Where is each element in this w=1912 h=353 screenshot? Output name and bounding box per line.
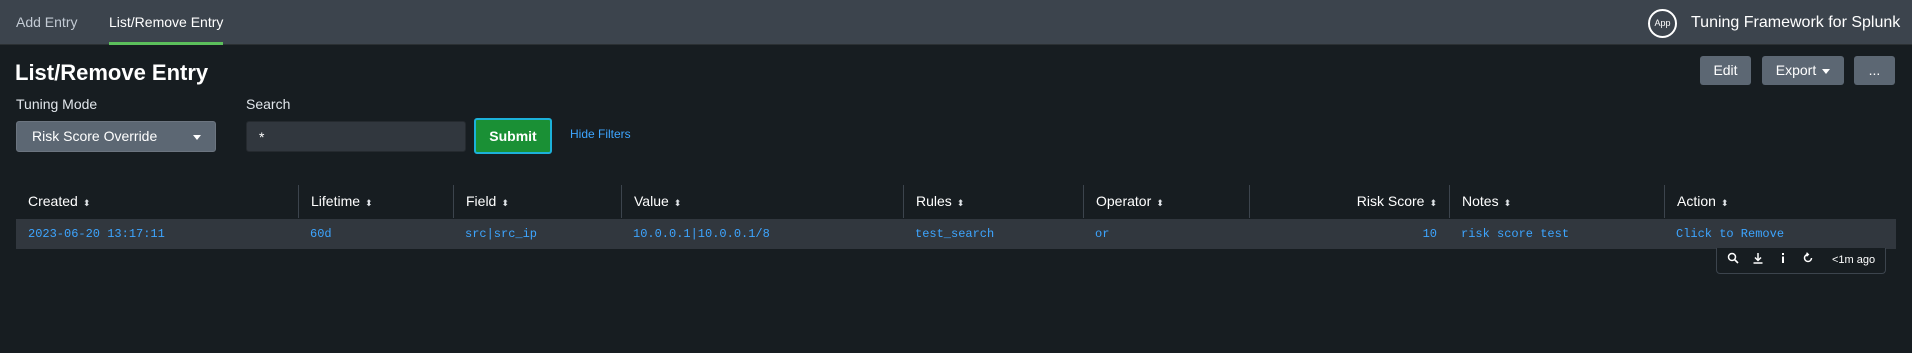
column-header-rules[interactable]: Rules ⬍: [903, 185, 964, 218]
remove-entry-link[interactable]: Click to Remove: [1676, 219, 1784, 249]
sort-icon: ⬍: [365, 198, 373, 208]
search-icon[interactable]: [1725, 252, 1741, 268]
cell-field[interactable]: src|src_ip: [465, 219, 537, 249]
column-header-label: Rules: [916, 193, 952, 209]
page-title: List/Remove Entry: [15, 60, 209, 85]
column-header-label: Operator: [1096, 193, 1152, 209]
table-row: 2023-06-20 13:17:11 60d src|src_ip 10.0.…: [16, 219, 1896, 249]
column-header-operator[interactable]: Operator ⬍: [1083, 185, 1164, 218]
cell-notes[interactable]: risk score test: [1461, 219, 1569, 249]
search-input[interactable]: [246, 121, 466, 152]
panel-footer-toolbar: <1m ago: [1716, 248, 1886, 274]
export-button[interactable]: Export: [1762, 56, 1844, 85]
tuning-mode-dropdown[interactable]: Risk Score Override: [16, 121, 216, 152]
more-actions-button[interactable]: ...: [1854, 56, 1895, 85]
nav-tab-add-entry[interactable]: Add Entry: [16, 0, 77, 45]
cell-lifetime[interactable]: 60d: [310, 219, 332, 249]
column-header-lifetime[interactable]: Lifetime ⬍: [298, 185, 373, 218]
cell-value[interactable]: 10.0.0.1|10.0.0.1/8: [633, 219, 770, 249]
tuning-mode-label: Tuning Mode: [16, 96, 98, 112]
export-button-label: Export: [1775, 62, 1817, 78]
edit-button-label: Edit: [1713, 62, 1738, 78]
nav-tab-label: List/Remove Entry: [109, 14, 224, 30]
refresh-icon[interactable]: [1800, 252, 1816, 268]
cell-risk-score[interactable]: 10: [1249, 219, 1449, 249]
submit-button[interactable]: Submit: [474, 118, 552, 154]
active-tab-underline: [109, 42, 224, 45]
tuning-mode-value: Risk Score Override: [32, 128, 158, 144]
sort-icon: ⬍: [956, 198, 965, 208]
column-header-label: Lifetime: [311, 193, 361, 209]
column-header-label: Action: [1677, 193, 1716, 209]
column-header-value[interactable]: Value ⬍: [621, 185, 681, 218]
sort-icon: ⬍: [1429, 198, 1437, 208]
cell-rules[interactable]: test_search: [915, 219, 994, 249]
column-header-field[interactable]: Field ⬍: [453, 185, 509, 218]
sort-icon: ⬍: [1503, 198, 1512, 208]
app-title: Tuning Framework for Splunk: [1691, 14, 1901, 31]
cell-created[interactable]: 2023-06-20 13:17:11: [28, 219, 165, 249]
hide-filters-link[interactable]: Hide Filters: [570, 127, 631, 141]
column-header-label: Value: [634, 193, 669, 209]
last-refresh-time: <1m ago: [1832, 254, 1876, 266]
download-icon[interactable]: [1750, 252, 1766, 268]
search-label: Search: [246, 96, 291, 112]
column-header-label: Field: [466, 193, 497, 209]
column-header-label: Created: [28, 193, 78, 209]
table-header: Created ⬍ Lifetime ⬍ Field ⬍ Value ⬍ Rules ⬍ …: [16, 185, 1896, 218]
column-header-action[interactable]: Action ⬍: [1664, 185, 1728, 218]
cell-operator[interactable]: or: [1095, 219, 1109, 249]
sort-icon: ⬍: [673, 198, 682, 208]
nav-tab-list-remove-entry[interactable]: List/Remove Entry: [109, 0, 224, 45]
column-header-created[interactable]: Created ⬍: [28, 185, 90, 218]
sort-icon: ⬍: [1720, 198, 1729, 208]
column-header-label: Risk Score: [1356, 193, 1425, 209]
chevron-down-icon: [193, 135, 201, 140]
info-icon[interactable]: [1775, 252, 1791, 268]
column-header-label: Notes: [1462, 193, 1499, 209]
sort-icon: ⬍: [501, 198, 509, 208]
sort-icon: ⬍: [82, 198, 91, 208]
column-header-notes[interactable]: Notes ⬍: [1449, 185, 1511, 218]
column-header-risk-score[interactable]: Risk Score ⬍: [1249, 185, 1449, 218]
edit-button[interactable]: Edit: [1700, 56, 1751, 85]
sort-icon: ⬍: [1156, 198, 1164, 208]
chevron-down-icon: [1822, 68, 1831, 74]
nav-tab-label: Add Entry: [16, 14, 78, 30]
app-icon[interactable]: App: [1648, 9, 1677, 38]
more-actions-label: ...: [1868, 62, 1881, 78]
app-nav-bar: Add Entry List/Remove Entry App Tuning F…: [0, 0, 1912, 45]
